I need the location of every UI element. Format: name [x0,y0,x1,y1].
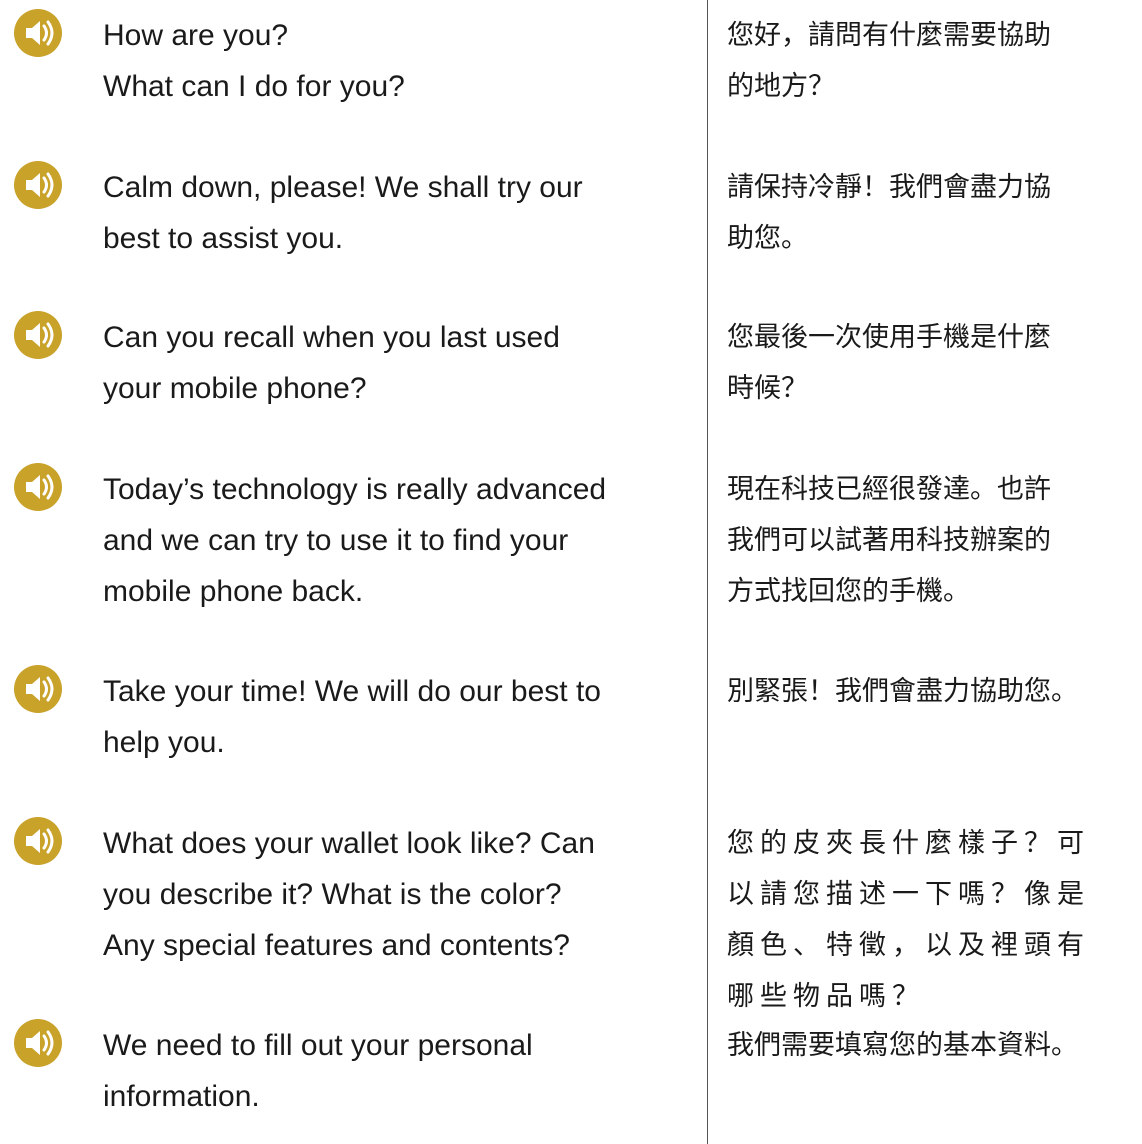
english-line: What does your wallet look like? Can [103,827,595,860]
english-line: Can you recall when you last used [103,321,560,354]
speaker-icon [14,311,62,359]
play-audio-button[interactable] [12,663,64,715]
play-audio-button[interactable] [12,159,64,211]
chinese-line: 方式找回您的手機。 [727,576,970,607]
chinese-line: 您好，請問有什麼需要協助 [727,20,1051,51]
chinese-line: 哪些物品嗎？ [727,981,925,1012]
chinese-line: 別緊張！我們會盡力協助您。 [727,676,1078,707]
english-line: We need to fill out your personal [103,1029,533,1062]
chinese-phrase: 您好，請問有什麼需要協助 的地方？ [727,10,1139,112]
speaker-icon [14,161,62,209]
english-line: Today’s technology is really advanced [103,473,607,506]
chinese-line: 以請您描述一下嗎？像是 [727,879,1090,910]
chinese-line: 助您。 [727,223,808,254]
chinese-phrase: 別緊張！我們會盡力協助您。 [727,666,1139,717]
play-audio-button[interactable] [12,1017,64,1069]
chinese-line: 我們可以試著用科技辦案的 [727,525,1051,556]
chinese-phrase: 我們需要填寫您的基本資料。 [727,1020,1139,1071]
chinese-line: 顏色、特徵，以及裡頭有 [727,930,1090,961]
english-line: mobile phone back. [103,575,364,608]
english-line: Take your time! We will do our best to [103,675,601,708]
english-line: What can I do for you? [103,70,405,103]
english-phrase: What does your wallet look like? Can you… [103,818,693,971]
chinese-phrase: 現在科技已經很發達。也許 我們可以試著用科技辦案的 方式找回您的手機。 [727,464,1139,617]
chinese-line: 您的皮夾長什麼樣子？可 [727,828,1090,859]
english-line: and we can try to use it to find your [103,524,569,557]
chinese-line: 您最後一次使用手機是什麼 [727,322,1051,353]
speaker-icon [14,9,62,57]
speaker-icon [14,817,62,865]
english-line: best to assist you. [103,222,344,255]
english-line: Calm down, please! We shall try our [103,171,583,204]
play-audio-button[interactable] [12,461,64,513]
chinese-phrase: 您的皮夾長什麼樣子？可 以請您描述一下嗎？像是 顏色、特徵，以及裡頭有 哪些物品… [727,818,1139,1022]
english-phrase: We need to fill out your personal inform… [103,1020,693,1122]
english-line: your mobile phone? [103,372,367,405]
speaker-icon [14,665,62,713]
play-audio-button[interactable] [12,7,64,59]
chinese-line: 現在科技已經很發達。也許 [727,474,1051,505]
column-divider [707,0,708,1144]
english-phrase: Calm down, please! We shall try our best… [103,162,693,264]
chinese-line: 我們需要填寫您的基本資料。 [727,1030,1078,1061]
chinese-phrase: 您最後一次使用手機是什麼 時候？ [727,312,1139,414]
speaker-icon [14,1019,62,1067]
chinese-line: 的地方？ [727,71,835,102]
english-phrase: Take your time! We will do our best to h… [103,666,693,768]
chinese-phrase: 請保持冷靜！我們會盡力協 助您。 [727,162,1139,264]
chinese-line: 請保持冷靜！我們會盡力協 [727,172,1051,203]
english-line: Any special features and contents? [103,929,570,962]
chinese-line: 時候？ [727,373,808,404]
english-line: help you. [103,726,225,759]
play-audio-button[interactable] [12,815,64,867]
speaker-icon [14,463,62,511]
play-audio-button[interactable] [12,309,64,361]
english-phrase: How are you? What can I do for you? [103,10,693,112]
english-line: information. [103,1080,260,1113]
english-line: you describe it? What is the color? [103,878,562,911]
english-phrase: Today’s technology is really advanced an… [103,464,693,617]
english-phrase: Can you recall when you last used your m… [103,312,693,414]
english-line: How are you? [103,19,289,52]
